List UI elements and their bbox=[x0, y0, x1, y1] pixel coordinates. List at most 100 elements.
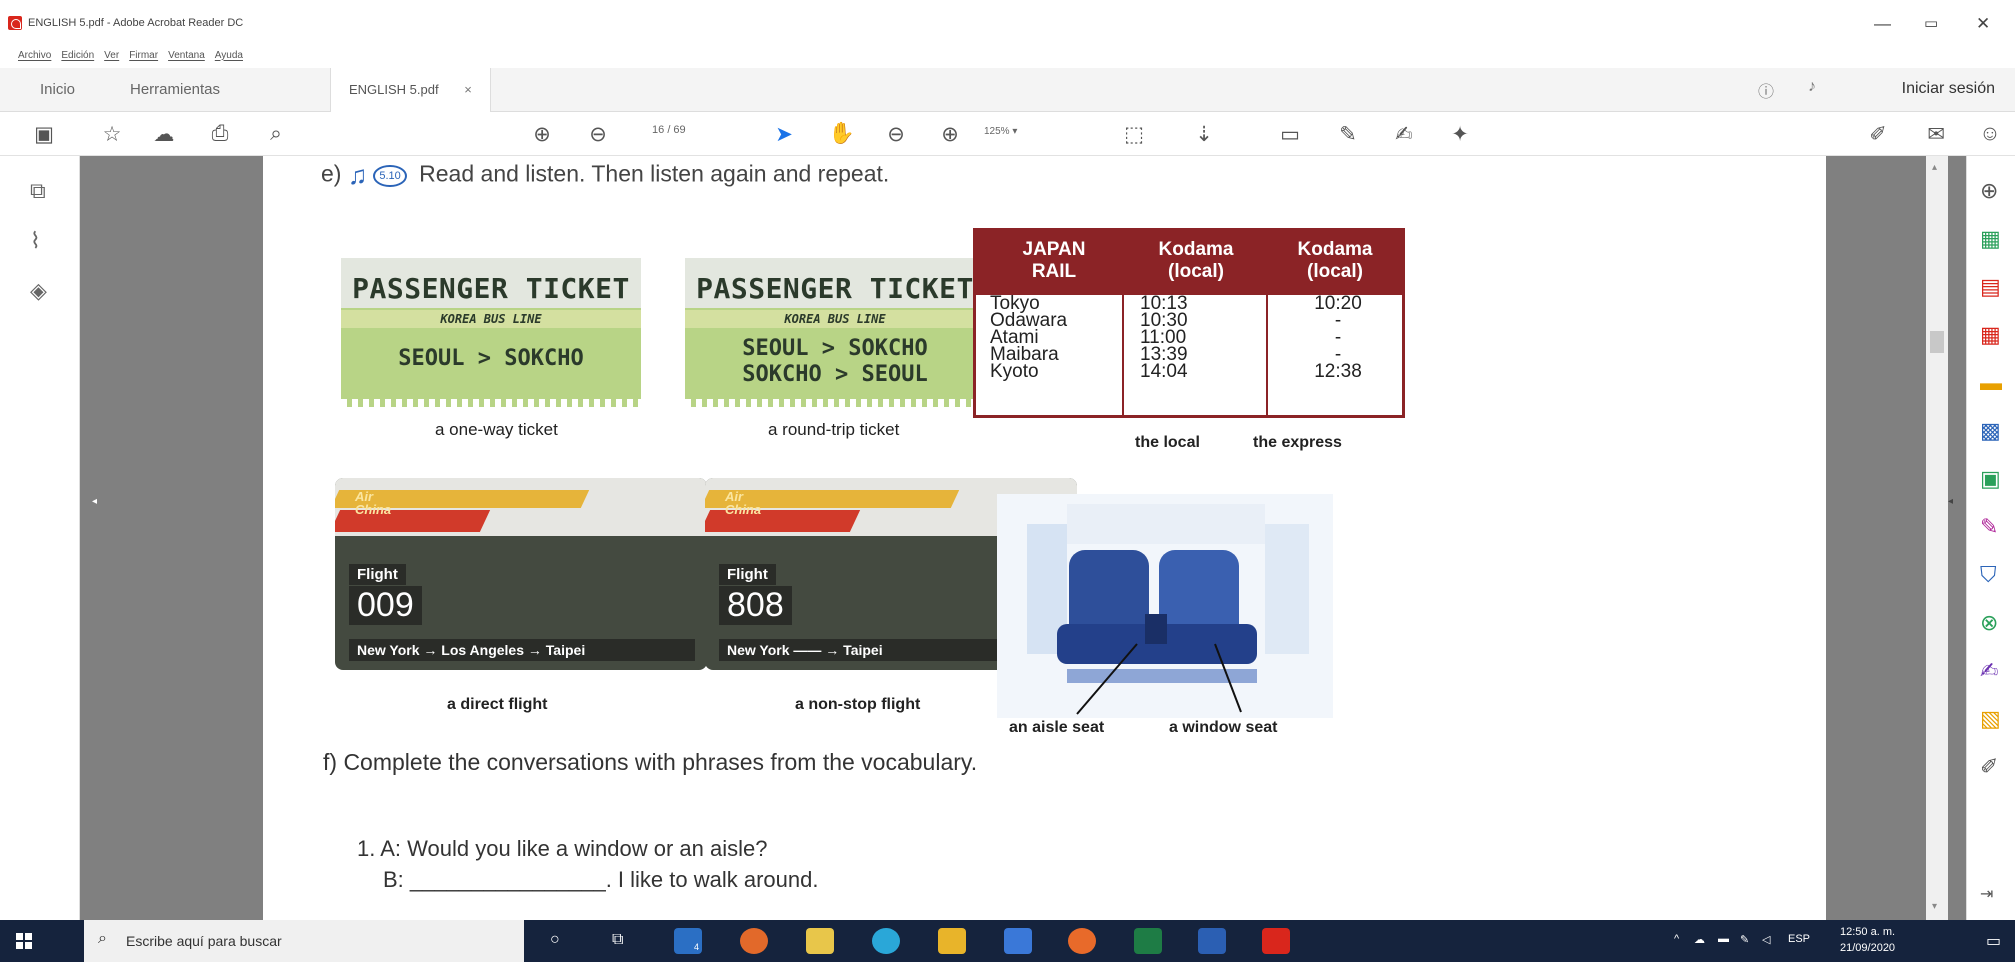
taskbar-edge-icon[interactable] bbox=[872, 928, 900, 954]
next-page-icon[interactable]: ⊖ bbox=[584, 120, 612, 148]
airline-logo-text: Air China bbox=[725, 489, 762, 517]
caption-window-seat: a window seat bbox=[1169, 719, 1278, 736]
taskbar-search[interactable]: ⌕ Escribe aquí para buscar bbox=[84, 920, 524, 962]
taskbar-firefox-icon[interactable] bbox=[1068, 928, 1096, 954]
more-tools-icon[interactable]: ✐ bbox=[1980, 754, 1998, 780]
upload-cloud-icon[interactable]: ☁ bbox=[150, 120, 178, 148]
layers-icon[interactable]: ◈ bbox=[30, 278, 47, 304]
input-language[interactable]: ESP bbox=[1788, 933, 1810, 945]
menu-ayuda[interactable]: Ayuda bbox=[215, 50, 243, 61]
attachments-paperclip-icon[interactable]: ⌇ bbox=[30, 228, 41, 254]
tab-close-icon[interactable]: × bbox=[464, 82, 472, 97]
menu-archivo[interactable]: Archivo bbox=[18, 50, 51, 61]
compare-files-icon[interactable]: ⊗ bbox=[1980, 610, 1998, 636]
caption-non-stop-flight: a non-stop flight bbox=[795, 696, 921, 713]
collapse-left-panel-icon[interactable]: ◂ bbox=[92, 496, 97, 507]
save-icon[interactable]: ▣ bbox=[30, 120, 58, 148]
zoom-in-icon[interactable]: ⊕ bbox=[936, 120, 964, 148]
close-icon[interactable]: ✕ bbox=[1976, 14, 1990, 34]
scan-ocr-icon[interactable]: ▣ bbox=[1980, 466, 2001, 492]
collapse-tools-pane-icon[interactable]: ⇥ bbox=[1980, 884, 1993, 904]
document-view[interactable]: ◂ e) ♫ 5.10 Read and listen. Then listen … bbox=[80, 156, 1966, 920]
share-user-icon[interactable]: ☺ bbox=[1976, 120, 2004, 148]
taskbar-app-icon[interactable] bbox=[1004, 928, 1032, 954]
protect-shield-icon[interactable]: ⛉ bbox=[1980, 562, 1997, 588]
zoom-search-icon[interactable]: ⌕ bbox=[262, 120, 290, 148]
tab-document[interactable]: ENGLISH 5.pdf × bbox=[330, 68, 491, 112]
select-cursor-icon[interactable]: ➤ bbox=[770, 120, 798, 148]
tray-pen-icon[interactable]: ✎ bbox=[1740, 933, 1749, 946]
action-center-icon[interactable]: ▭ bbox=[1986, 931, 2001, 951]
taskbar-clock[interactable]: 12:50 a. m. 21/09/2020 bbox=[1840, 924, 1895, 956]
tab-inicio[interactable]: Inicio bbox=[40, 68, 75, 112]
tab-bar: Inicio Herramientas ENGLISH 5.pdf × ⓘ ♪ … bbox=[0, 68, 2015, 112]
pdf-page: e) ♫ 5.10 Read and listen. Then listen ag… bbox=[263, 156, 1826, 920]
help-icon[interactable]: ⓘ bbox=[1758, 78, 1774, 102]
send-file-icon[interactable]: ▧ bbox=[1980, 706, 2001, 732]
taskbar-excel-icon[interactable] bbox=[1134, 928, 1162, 954]
tray-volume-icon[interactable]: ◁ bbox=[1762, 933, 1770, 946]
zoom-level[interactable]: 125% ▾ bbox=[984, 126, 1017, 137]
edit-link-icon[interactable]: ✐ bbox=[1864, 120, 1892, 148]
share-tag-icon[interactable]: ✦ bbox=[1446, 120, 1474, 148]
tray-chevron-icon[interactable]: ^ bbox=[1674, 933, 1679, 945]
tt-express-times: 10:20 - - - 12:38 bbox=[1314, 293, 1362, 382]
search-placeholder: Escribe aquí para buscar bbox=[126, 933, 282, 949]
export-pdf-icon[interactable]: ▦ bbox=[1980, 226, 2001, 252]
tt-stations: Tokyo Odawara Atami Maibara Kyoto bbox=[990, 293, 1068, 382]
bookmark-star-icon[interactable]: ☆ bbox=[98, 120, 126, 148]
menu-ver[interactable]: Ver bbox=[104, 50, 119, 61]
scroll-mode-icon[interactable]: ⇣ bbox=[1190, 120, 1218, 148]
hand-tool-icon[interactable]: ✋ bbox=[828, 120, 856, 148]
zoom-out-icon[interactable]: ⊖ bbox=[882, 120, 910, 148]
maximize-icon[interactable]: ▭ bbox=[1924, 14, 1938, 32]
flight-number: 009 bbox=[349, 586, 422, 625]
notification-bell-icon[interactable]: ♪ bbox=[1808, 78, 1816, 96]
taskbar-file-explorer-icon[interactable] bbox=[938, 928, 966, 954]
clock-time: 12:50 a. m. bbox=[1840, 926, 1896, 938]
menu-ventana[interactable]: Ventana bbox=[168, 50, 205, 61]
windows-start-icon[interactable] bbox=[16, 933, 32, 949]
taskbar-store-icon[interactable] bbox=[806, 928, 834, 954]
signin-button[interactable]: Iniciar sesión bbox=[1902, 80, 1995, 98]
ticket-line: KOREA BUS LINE bbox=[440, 312, 542, 326]
taskbar-chrome-icon[interactable] bbox=[740, 928, 768, 954]
sign-icon[interactable]: ✍ bbox=[1390, 120, 1418, 148]
search-document-icon[interactable]: ⊕ bbox=[1980, 178, 1998, 204]
prev-page-icon[interactable]: ⊕ bbox=[528, 120, 556, 148]
scrollbar-thumb[interactable] bbox=[1930, 331, 1944, 353]
round-trip-ticket-image: PASSENGER TICKET KOREA BUS LINE SEOUL > … bbox=[685, 258, 985, 407]
comment-tool-icon[interactable]: ▬ bbox=[1980, 370, 2002, 396]
answer-blank: ________________ bbox=[409, 867, 606, 892]
scroll-down-arrow-icon[interactable]: ▾ bbox=[1932, 901, 1937, 912]
page-indicator[interactable]: 16 / 69 bbox=[652, 124, 686, 136]
vertical-scrollbar[interactable]: ▴ ▾ bbox=[1926, 156, 1948, 920]
fit-page-icon[interactable]: ⬚ bbox=[1120, 120, 1148, 148]
tray-cloud-icon[interactable]: ☁ bbox=[1694, 933, 1705, 946]
tray-network-icon[interactable]: ▬ bbox=[1718, 933, 1729, 945]
taskbar-word-icon[interactable] bbox=[1198, 928, 1226, 954]
taskbar-acrobat-icon[interactable] bbox=[1262, 928, 1290, 954]
combine-files-icon[interactable]: ▩ bbox=[1980, 418, 2001, 444]
fill-sign-icon[interactable]: ✎ bbox=[1980, 514, 1998, 540]
task-view-icon[interactable]: ⧉ bbox=[612, 931, 623, 949]
page-current[interactable]: 16 bbox=[652, 124, 664, 136]
menu-firmar[interactable]: Firmar bbox=[129, 50, 158, 61]
email-icon[interactable]: ✉ bbox=[1922, 120, 1950, 148]
menu-edicion[interactable]: Edición bbox=[61, 50, 94, 61]
cortana-circle-icon[interactable]: ○ bbox=[550, 931, 560, 949]
pages-thumbnail-icon[interactable]: ⧉ bbox=[30, 178, 46, 204]
organize-pages-icon[interactable]: ▤ bbox=[1980, 274, 2001, 300]
window-title: ENGLISH 5.pdf - Adobe Acrobat Reader DC bbox=[28, 17, 244, 29]
minimize-icon[interactable]: — bbox=[1874, 14, 1891, 34]
airline-logo-text: Air China bbox=[355, 489, 392, 517]
audio-track-badge[interactable]: 5.10 bbox=[373, 164, 407, 187]
create-pdf-icon[interactable]: ▦ bbox=[1980, 322, 2001, 348]
scroll-up-arrow-icon[interactable]: ▴ bbox=[1932, 162, 1937, 173]
send-for-signature-icon[interactable]: ✍ bbox=[1980, 658, 1998, 684]
tab-herramientas[interactable]: Herramientas bbox=[130, 68, 220, 112]
print-icon[interactable]: ⎙ bbox=[206, 120, 234, 148]
highlight-pen-icon[interactable]: ✎ bbox=[1334, 120, 1362, 148]
comment-icon[interactable]: ▭ bbox=[1276, 120, 1304, 148]
expand-right-panel-icon[interactable]: ◂ bbox=[1948, 496, 1953, 507]
